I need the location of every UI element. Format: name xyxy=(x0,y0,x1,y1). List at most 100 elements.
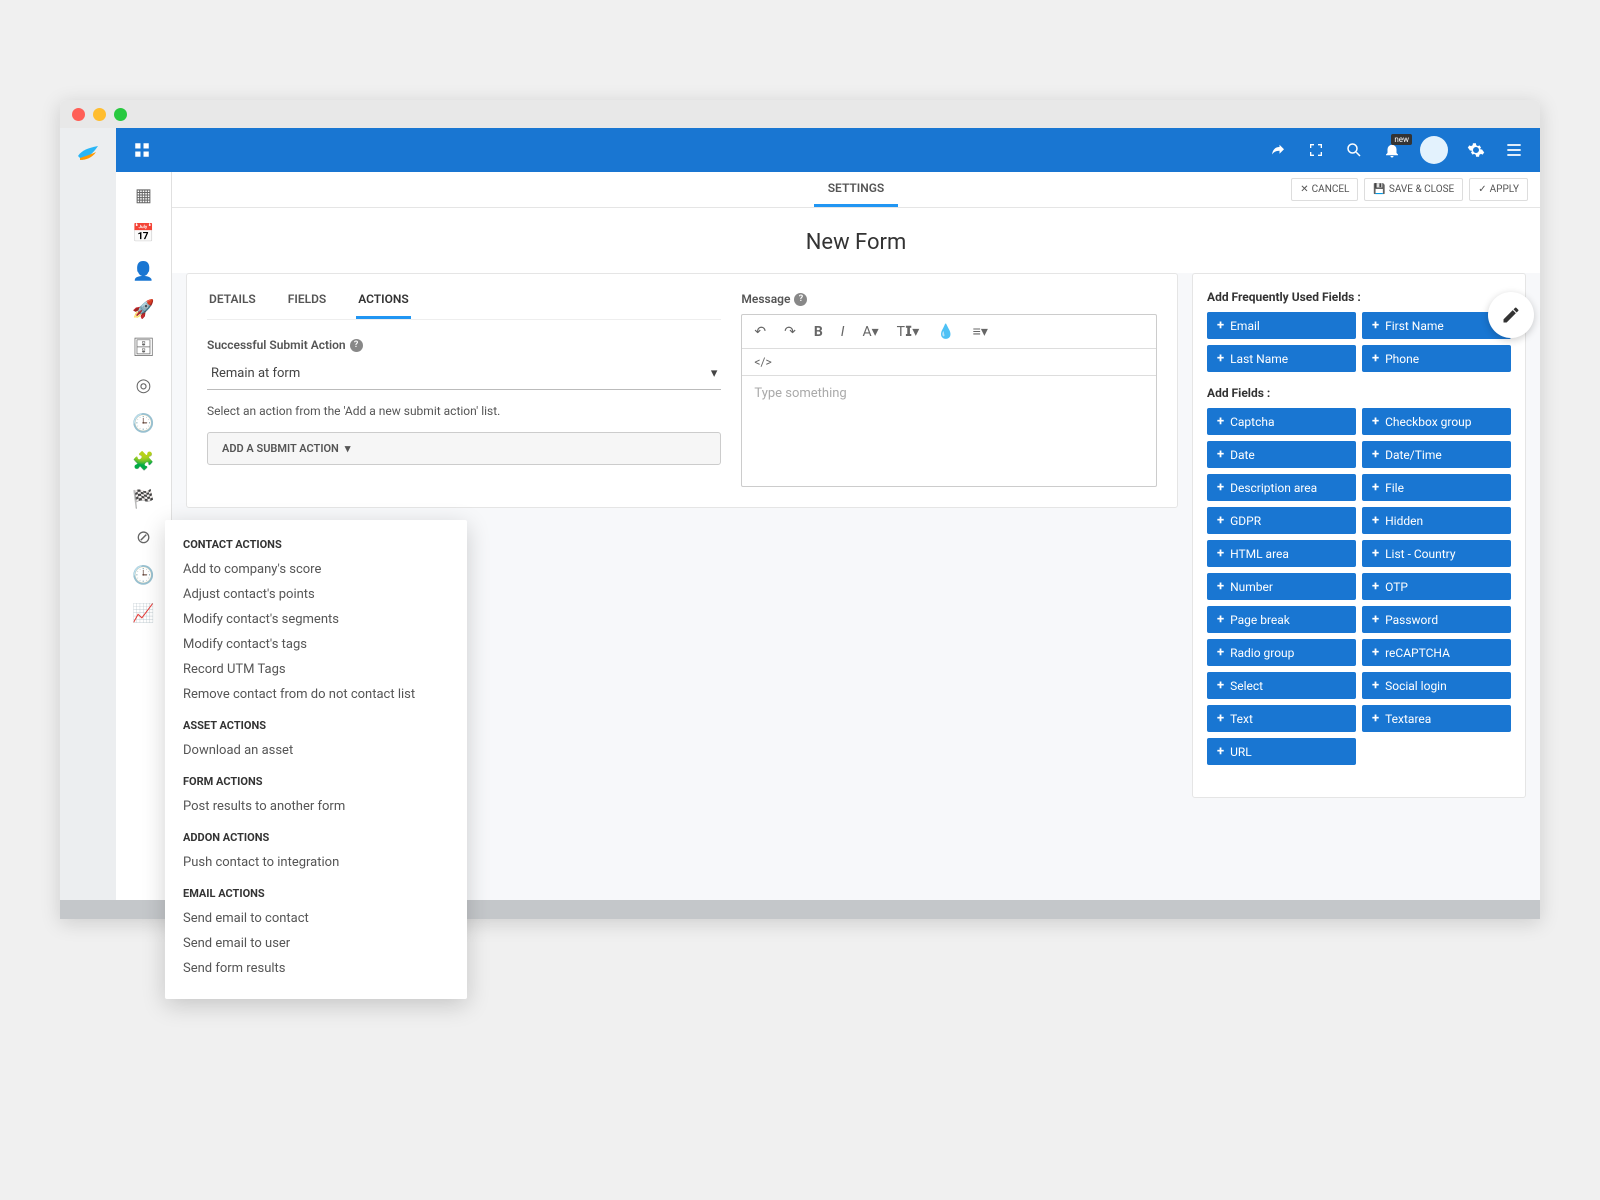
font-family-icon[interactable]: A▾ xyxy=(863,324,879,340)
sidebar-performance-icon[interactable]: 🏁 xyxy=(124,484,164,514)
sidebar-target-icon[interactable]: ◎ xyxy=(124,370,164,400)
code-icon[interactable]: </> xyxy=(754,355,771,369)
tab-fields[interactable]: FIELDS xyxy=(286,292,328,319)
field-chip[interactable]: +Text xyxy=(1207,705,1356,732)
submit-action-select[interactable]: Remain at form ▾ xyxy=(207,360,721,390)
sidebar-block-icon[interactable]: ⊘ xyxy=(124,522,164,552)
dropdown-item[interactable]: Send email to contact xyxy=(183,906,449,931)
dropdown-item[interactable]: Remove contact from do not contact list xyxy=(183,682,449,707)
field-chip[interactable]: +Phone xyxy=(1362,345,1511,372)
sidebar-history-icon[interactable]: 🕒 xyxy=(124,560,164,590)
cancel-button[interactable]: ✕CANCEL xyxy=(1291,178,1358,201)
field-chip[interactable]: +Hidden xyxy=(1362,507,1511,534)
topbar: new xyxy=(116,128,1540,172)
field-chip[interactable]: +Number xyxy=(1207,573,1356,600)
field-chip[interactable]: +Checkbox group xyxy=(1362,408,1511,435)
help-icon[interactable]: ? xyxy=(350,339,363,352)
field-chip[interactable]: +OTP xyxy=(1362,573,1511,600)
sidebar-campaigns-icon[interactable]: 🚀 xyxy=(124,294,164,324)
window-minimize-icon[interactable] xyxy=(93,108,106,121)
field-chip[interactable]: +List - Country xyxy=(1362,540,1511,567)
plus-icon: + xyxy=(1372,318,1379,333)
tab-actions[interactable]: ACTIONS xyxy=(356,292,411,319)
gear-icon[interactable] xyxy=(1466,140,1486,160)
message-editor: ↶ ↷ B I A▾ T𝗜▾ 💧 ≡▾ < xyxy=(741,314,1157,487)
fields-palette: Add Frequently Used Fields : +Email+Firs… xyxy=(1192,273,1526,798)
sidebar-stages-icon[interactable]: 🗄 xyxy=(124,332,164,362)
dropdown-item[interactable]: Modify contact's tags xyxy=(183,632,449,657)
help-icon[interactable]: ? xyxy=(794,293,807,306)
sidebar-contacts-icon[interactable]: 👤 xyxy=(124,256,164,286)
sidebar-reports-icon[interactable]: 📈 xyxy=(124,598,164,628)
field-chip[interactable]: +Password xyxy=(1362,606,1511,633)
italic-icon[interactable]: I xyxy=(841,324,845,340)
plus-icon: + xyxy=(1372,678,1379,693)
sidebar-calendar-icon[interactable]: 📅 xyxy=(124,218,164,248)
field-chip[interactable]: +Captcha xyxy=(1207,408,1356,435)
plus-icon: + xyxy=(1217,318,1224,333)
submit-action-dropdown[interactable]: CONTACT ACTIONSAdd to company's scoreAdj… xyxy=(165,520,467,999)
apps-icon[interactable] xyxy=(132,140,152,160)
tab-details[interactable]: DETAILS xyxy=(207,292,258,319)
dropdown-group-heading: ASSET ACTIONS xyxy=(183,719,449,732)
field-chip[interactable]: +Date xyxy=(1207,441,1356,468)
add-submit-action-button[interactable]: ADD A SUBMIT ACTION ▾ xyxy=(207,432,721,465)
field-chip[interactable]: +Page break xyxy=(1207,606,1356,633)
field-chip[interactable]: +Social login xyxy=(1362,672,1511,699)
tab-settings[interactable]: SETTINGS xyxy=(814,172,899,207)
redo-icon[interactable]: ↷ xyxy=(784,324,796,340)
dropdown-item[interactable]: Adjust contact's points xyxy=(183,582,449,607)
plus-icon: + xyxy=(1372,480,1379,495)
align-icon[interactable]: ≡▾ xyxy=(973,323,988,340)
font-size-icon[interactable]: T𝗜▾ xyxy=(897,324,920,340)
bold-icon[interactable]: B xyxy=(814,324,823,340)
save-close-button[interactable]: 💾SAVE & CLOSE xyxy=(1364,178,1463,201)
field-chip[interactable]: +Textarea xyxy=(1362,705,1511,732)
dropdown-item[interactable]: Send form results xyxy=(183,956,449,981)
plus-icon: + xyxy=(1372,414,1379,429)
field-chip[interactable]: +HTML area xyxy=(1207,540,1356,567)
plus-icon: + xyxy=(1217,513,1224,528)
message-textarea[interactable]: Type something xyxy=(742,376,1156,486)
dropdown-item[interactable]: Send email to user xyxy=(183,931,449,956)
undo-icon[interactable]: ↶ xyxy=(754,324,766,340)
field-chip[interactable]: +Description area xyxy=(1207,474,1356,501)
search-icon[interactable] xyxy=(1344,140,1364,160)
field-chip[interactable]: +GDPR xyxy=(1207,507,1356,534)
sidebar-clock-icon[interactable]: 🕒 xyxy=(124,408,164,438)
color-icon[interactable]: 💧 xyxy=(937,324,954,340)
plus-icon: + xyxy=(1217,645,1224,660)
field-chip[interactable]: +Last Name xyxy=(1207,345,1356,372)
menu-icon[interactable] xyxy=(1504,140,1524,160)
submit-action-label: Successful Submit Action ? xyxy=(207,338,721,352)
field-chip[interactable]: +URL xyxy=(1207,738,1356,765)
field-chip[interactable]: +File xyxy=(1362,474,1511,501)
share-icon[interactable] xyxy=(1268,140,1288,160)
fullscreen-icon[interactable] xyxy=(1306,140,1326,160)
dropdown-item[interactable]: Post results to another form xyxy=(183,794,449,819)
field-chip[interactable]: +Email xyxy=(1207,312,1356,339)
field-chip[interactable]: +Date/Time xyxy=(1362,441,1511,468)
dropdown-item[interactable]: Record UTM Tags xyxy=(183,657,449,682)
avatar[interactable] xyxy=(1420,136,1448,164)
dropdown-item[interactable]: Add to company's score xyxy=(183,557,449,582)
plus-icon: + xyxy=(1217,414,1224,429)
sidebar-integrations-icon[interactable]: 🧩 xyxy=(124,446,164,476)
apply-button[interactable]: ✓APPLY xyxy=(1469,178,1528,201)
dropdown-item[interactable]: Modify contact's segments xyxy=(183,607,449,632)
edit-fab[interactable] xyxy=(1488,292,1534,338)
dropdown-item[interactable]: Download an asset xyxy=(183,738,449,763)
field-chip[interactable]: +Select xyxy=(1207,672,1356,699)
chevron-down-icon: ▾ xyxy=(345,442,351,455)
freq-fields-heading: Add Frequently Used Fields : xyxy=(1207,290,1511,304)
field-chip[interactable]: +Radio group xyxy=(1207,639,1356,666)
plus-icon: + xyxy=(1372,513,1379,528)
window-close-icon[interactable] xyxy=(72,108,85,121)
sidebar-dashboard-icon[interactable]: ▦ xyxy=(124,180,164,210)
plus-icon: + xyxy=(1217,579,1224,594)
notifications-icon[interactable]: new xyxy=(1382,140,1402,160)
dropdown-item[interactable]: Push contact to integration xyxy=(183,850,449,875)
field-chip[interactable]: +reCAPTCHA xyxy=(1362,639,1511,666)
fields-heading: Add Fields : xyxy=(1207,386,1511,400)
window-maximize-icon[interactable] xyxy=(114,108,127,121)
